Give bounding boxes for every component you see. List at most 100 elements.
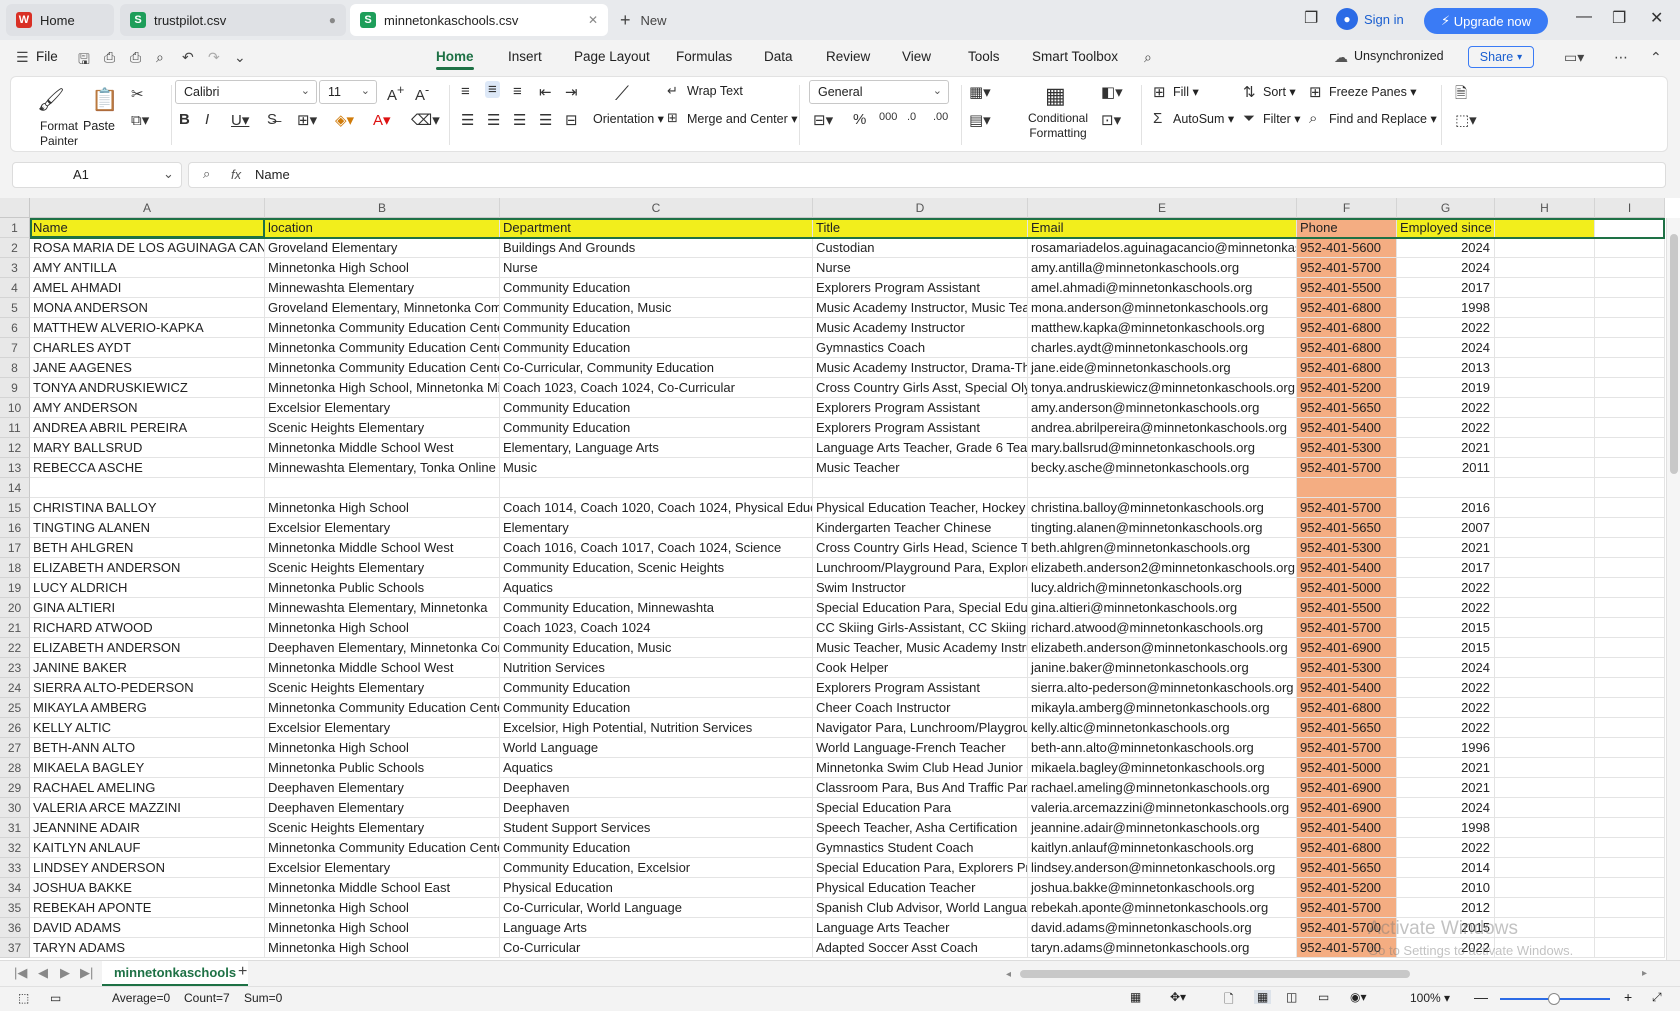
table-cell[interactable] <box>1595 358 1665 378</box>
table-cell[interactable]: Scenic Heights Elementary <box>265 678 500 698</box>
menu-insert[interactable]: Insert <box>508 49 542 64</box>
table-cell[interactable]: JOSHUA BAKKE <box>30 878 265 898</box>
cut-icon[interactable]: ✂ <box>131 85 144 103</box>
autosum-button[interactable]: AutoSum ▾ <box>1173 111 1234 126</box>
document-icon[interactable]: 🗎 <box>1455 83 1467 108</box>
table-cell[interactable] <box>1495 598 1595 618</box>
eye-icon[interactable]: ◉▾ <box>1350 990 1367 1004</box>
table-cell[interactable]: Minnetonka High School <box>265 938 500 958</box>
table-cell[interactable]: Community Education <box>500 838 813 858</box>
table-cell[interactable]: Music Teacher, Music Academy Instructor <box>813 638 1028 658</box>
prev-sheet-icon[interactable]: ◀ <box>38 965 48 981</box>
table-cell[interactable]: ROSA MARIA DE LOS AGUINAGA CANCIO <box>30 238 265 258</box>
table-cell[interactable] <box>1495 838 1595 858</box>
table-cell[interactable] <box>1495 698 1595 718</box>
table-cell[interactable]: Minnetonka High School <box>265 618 500 638</box>
row-header[interactable]: 17 <box>0 538 30 558</box>
row-header[interactable]: 22 <box>0 638 30 658</box>
table-cell[interactable]: 952-401-5200 <box>1297 878 1397 898</box>
font-name-select[interactable]: Calibri ⌄ <box>175 80 317 104</box>
print-icon[interactable]: ⎙ <box>130 49 141 66</box>
table-cell[interactable]: MARY BALLSRUD <box>30 438 265 458</box>
zoom-slider-thumb[interactable] <box>1548 993 1560 1005</box>
column-header[interactable]: A <box>30 198 265 218</box>
table-cell[interactable]: SIERRA ALTO-PEDERSON <box>30 678 265 698</box>
row-header[interactable]: 27 <box>0 738 30 758</box>
table-cell[interactable] <box>1595 938 1665 958</box>
table-cell[interactable] <box>1495 418 1595 438</box>
table-cell[interactable]: AMEL AHMADI <box>30 278 265 298</box>
table-cell[interactable]: REBEKAH APONTE <box>30 898 265 918</box>
table-cell[interactable]: 2012 <box>1397 898 1495 918</box>
table-cell[interactable] <box>1495 478 1595 498</box>
table-cell[interactable]: Minnetonka Public Schools <box>265 578 500 598</box>
header-cell[interactable]: Department <box>500 218 813 238</box>
table-cell[interactable]: KELLY ALTIC <box>30 718 265 738</box>
align-right-icon[interactable]: ☰ <box>513 111 526 129</box>
table-cell[interactable]: Co-Curricular <box>500 938 813 958</box>
border-icon[interactable]: ⊞▾ <box>297 111 317 129</box>
format-painter-button[interactable]: Format Painter <box>29 119 89 149</box>
table-cell[interactable] <box>30 478 265 498</box>
table-cell[interactable]: Physical Education Teacher <box>813 878 1028 898</box>
scroll-left-icon[interactable]: ◂ <box>1006 969 1016 980</box>
table-cell[interactable]: Spanish Club Advisor, World Language <box>813 898 1028 918</box>
table-cell[interactable]: AMY ANDERSON <box>30 398 265 418</box>
row-header[interactable]: 31 <box>0 818 30 838</box>
column-header[interactable]: E <box>1028 198 1297 218</box>
export-pdf-icon[interactable]: ⎙ <box>104 49 115 66</box>
table-cell[interactable] <box>1595 578 1665 598</box>
table-cell[interactable]: Community Education, Excelsior <box>500 858 813 878</box>
table-format-icon[interactable]: ▤▾ <box>969 111 991 129</box>
table-cell[interactable]: 2010 <box>1397 878 1495 898</box>
table-cell[interactable]: Minnewashta Elementary, Tonka Online <box>265 458 500 478</box>
table-cell[interactable]: matthew.kapka@minnetonkaschools.org <box>1028 318 1297 338</box>
format-painter-icon[interactable]: 🖌 <box>37 87 65 113</box>
table-cell[interactable]: joshua.bakke@minnetonkaschools.org <box>1028 878 1297 898</box>
hamburger-icon[interactable]: ☰ <box>16 49 29 66</box>
zoom-slider[interactable] <box>1500 993 1610 1005</box>
table-cell[interactable]: kelly.altic@minnetonkaschools.org <box>1028 718 1297 738</box>
merge-icon[interactable]: ⊞ <box>667 110 678 126</box>
table-cell[interactable] <box>1595 418 1665 438</box>
table-cell[interactable]: Cook Helper <box>813 658 1028 678</box>
table-cell[interactable]: Community Education <box>500 678 813 698</box>
table-cell[interactable]: Community Education, Scenic Heights <box>500 558 813 578</box>
table-cell[interactable] <box>1595 518 1665 538</box>
table-cell[interactable] <box>1595 338 1665 358</box>
menu-review[interactable]: Review <box>826 49 870 64</box>
table-cell[interactable] <box>1595 878 1665 898</box>
table-cell[interactable] <box>1595 898 1665 918</box>
table-cell[interactable] <box>1495 778 1595 798</box>
table-cell[interactable]: Minnetonka Middle School East <box>265 878 500 898</box>
table-cell[interactable]: Scenic Heights Elementary <box>265 558 500 578</box>
table-cell[interactable] <box>1495 738 1595 758</box>
table-cell[interactable]: 2022 <box>1397 318 1495 338</box>
table-cell[interactable]: Swim Instructor <box>813 578 1028 598</box>
table-cell[interactable]: Nutrition Services <box>500 658 813 678</box>
table-cell[interactable]: TARYN ADAMS <box>30 938 265 958</box>
save-icon[interactable]: 🖫 <box>78 49 90 73</box>
table-cell[interactable]: 952-401-5700 <box>1297 458 1397 478</box>
table-cell[interactable]: Community Education, Music <box>500 638 813 658</box>
table-cell[interactable]: AMY ANTILLA <box>30 258 265 278</box>
table-cell[interactable]: Speech Teacher, Asha Certification <box>813 818 1028 838</box>
align-left-icon[interactable]: ☰ <box>461 111 474 129</box>
table-cell[interactable]: Cross Country Girls Asst, Special Olympi… <box>813 378 1028 398</box>
table-cell[interactable]: Music Teacher <box>813 458 1028 478</box>
increase-font-icon[interactable]: A+ <box>387 83 404 104</box>
tab-trustpilot[interactable]: S trustpilot.csv ● <box>120 4 346 36</box>
table-cell[interactable]: Groveland Elementary, Minnetonka Communi… <box>265 298 500 318</box>
dot-icon[interactable]: ● <box>329 13 336 27</box>
table-cell[interactable]: Student Support Services <box>500 818 813 838</box>
row-header[interactable]: 23 <box>0 658 30 678</box>
table-cell[interactable]: JANE AAGENES <box>30 358 265 378</box>
table-cell[interactable]: Deephaven Elementary <box>265 778 500 798</box>
table-cell[interactable] <box>1495 298 1595 318</box>
table-cell[interactable]: Community Education <box>500 698 813 718</box>
table-cell[interactable] <box>1495 758 1595 778</box>
table-cell[interactable]: 2024 <box>1397 238 1495 258</box>
table-cell[interactable] <box>1495 438 1595 458</box>
sort-icon[interactable]: ⇅ <box>1243 83 1256 101</box>
copy-icon[interactable]: ⧉▾ <box>131 111 149 129</box>
